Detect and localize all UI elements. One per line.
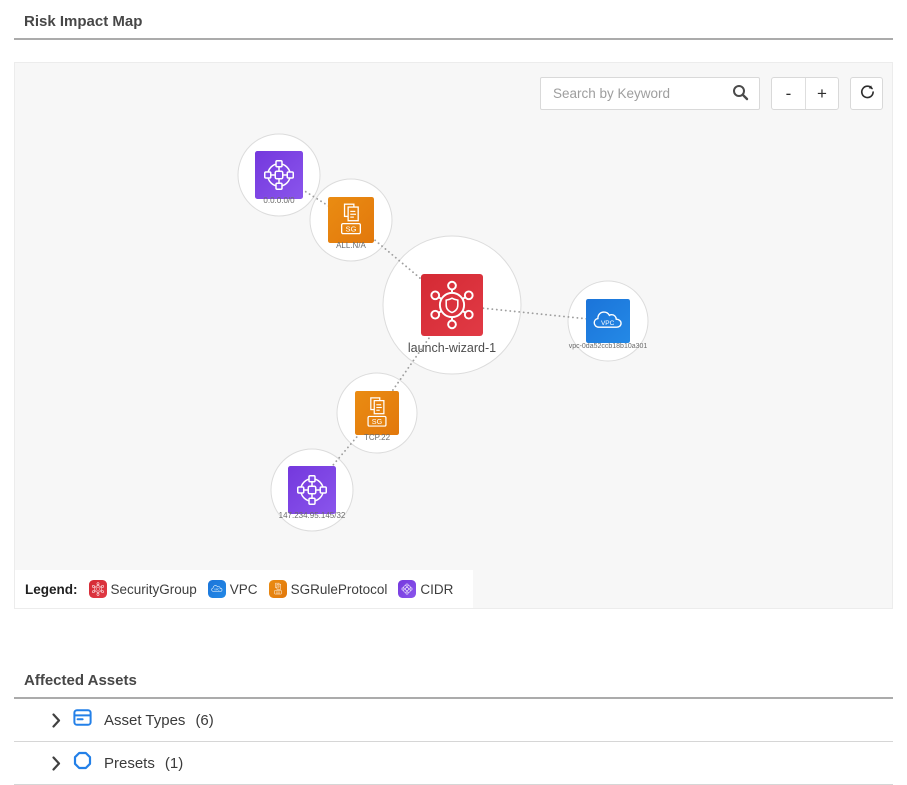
node-cidr-0-0-0-0[interactable]: 0.0.0.0/0	[255, 151, 303, 205]
vpc-legend-icon	[208, 580, 226, 598]
securitygroup-legend-icon	[89, 580, 107, 598]
sgruleprotocol-legend-icon	[269, 580, 287, 598]
node-rule-tcp-22[interactable]: TCP.22	[355, 391, 399, 442]
map-legend: Legend: SecurityGroup VPC SGRuleProtocol CI…	[15, 570, 473, 608]
zoom-out-button[interactable]: -	[772, 78, 805, 109]
risk-impact-map-panel: 0.0.0.0/0 ALL.N/A launch-wizard-1 vpc-0da52…	[14, 62, 893, 609]
title-divider	[14, 38, 893, 40]
asset-types-icon	[73, 708, 92, 732]
node-cidr-147-234-95-145-32[interactable]: 147.234.95.145/32	[279, 466, 346, 520]
search-button[interactable]	[728, 84, 759, 104]
node-label: 147.234.95.145/32	[279, 511, 346, 520]
node-label: vpc-0da52ccb18b10a301	[569, 343, 648, 350]
chevron-right-icon[interactable]	[52, 756, 61, 771]
legend-item-label: CIDR	[420, 582, 453, 597]
zoom-in-button[interactable]: +	[805, 78, 838, 109]
asset-row-count: (6)	[195, 712, 213, 729]
affected-assets-title: Affected Assets	[0, 659, 907, 697]
search-icon	[732, 84, 749, 104]
refresh-button[interactable]	[850, 77, 883, 110]
affected-assets-section: Affected Assets Asset Types (6)	[0, 659, 907, 785]
legend-item-label: SGRuleProtocol	[291, 582, 388, 597]
asset-row-count: (1)	[165, 755, 183, 772]
asset-row-label: Presets	[104, 755, 155, 772]
asset-row-label: Asset Types	[104, 712, 185, 729]
node-label: 0.0.0.0/0	[263, 196, 295, 205]
cidr-legend-icon	[398, 580, 416, 598]
node-sg-launch-wizard-1[interactable]: launch-wizard-1	[408, 274, 496, 355]
presets-icon	[73, 751, 92, 775]
legend-item-cidr: CIDR	[398, 580, 453, 598]
asset-row-asset-types[interactable]: Asset Types (6)	[14, 699, 893, 742]
page-title: Risk Impact Map	[0, 0, 907, 38]
legend-title: Legend:	[25, 582, 78, 597]
refresh-icon	[858, 83, 876, 104]
risk-map-graph: 0.0.0.0/0 ALL.N/A launch-wizard-1 vpc-0da52…	[15, 63, 892, 608]
zoom-controls: - +	[771, 77, 839, 110]
node-rule-all-na[interactable]: ALL.N/A	[328, 197, 374, 250]
legend-item-label: VPC	[230, 582, 258, 597]
legend-item-sgruleprotocol: SGRuleProtocol	[269, 580, 388, 598]
map-toolbar: - +	[540, 77, 883, 110]
legend-item-label: SecurityGroup	[111, 582, 197, 597]
legend-item-vpc: VPC	[208, 580, 258, 598]
node-label: launch-wizard-1	[408, 341, 496, 355]
search-input[interactable]	[541, 86, 728, 101]
chevron-right-icon[interactable]	[52, 713, 61, 728]
search-box	[540, 77, 760, 110]
node-label: ALL.N/A	[336, 241, 366, 250]
node-label: TCP.22	[364, 433, 391, 442]
legend-item-securitygroup: SecurityGroup	[89, 580, 197, 598]
asset-row-presets[interactable]: Presets (1)	[14, 742, 893, 785]
